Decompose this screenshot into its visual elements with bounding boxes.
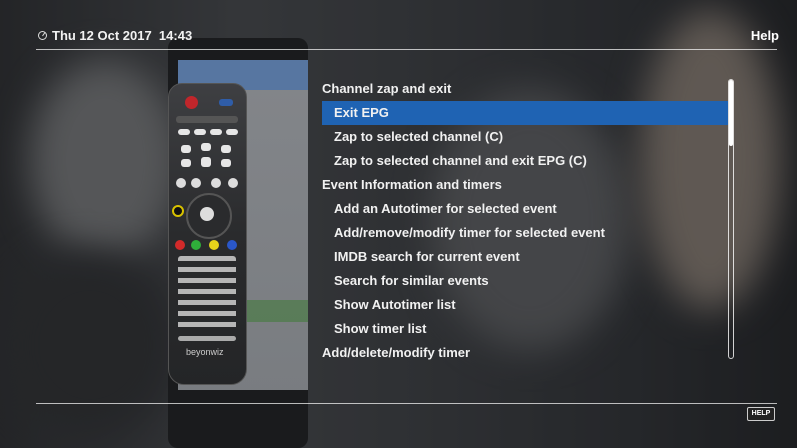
remote-button-icon: [176, 178, 186, 188]
menu-section-header[interactable]: Add/delete/modify timer: [316, 341, 728, 365]
menu-item[interactable]: Exit EPG: [322, 101, 728, 125]
menu-section-header[interactable]: Channel zap and exit: [316, 77, 728, 101]
green-button-icon: [191, 240, 201, 250]
menu-item[interactable]: Show timer list: [316, 317, 728, 341]
menu-item[interactable]: Show Autotimer list: [316, 293, 728, 317]
red-button-icon: [175, 240, 185, 250]
help-menu-list[interactable]: Channel zap and exit Exit EPG Zap to selec…: [316, 77, 728, 365]
remote-button-icon: [181, 145, 191, 153]
highlighted-button-icon: [172, 205, 184, 217]
menu-item[interactable]: Zap to selected channel (C): [316, 125, 728, 149]
remote-button-icon: [178, 129, 190, 135]
menu-item[interactable]: Add an Autotimer for selected event: [316, 197, 728, 221]
ok-button-icon: [200, 207, 214, 221]
remote-button-icon: [176, 116, 238, 123]
remote-button-icon: [181, 159, 191, 167]
power-button-icon: [185, 96, 198, 109]
remote-button-icon: [210, 129, 222, 135]
yellow-button-icon: [209, 240, 219, 250]
remote-button-icon: [221, 145, 231, 153]
remote-button-icon: [211, 178, 221, 188]
remote-button-icon: [191, 178, 201, 188]
remote-button-icon: [201, 157, 211, 167]
date-time: Thu 12 Oct 2017 14:43: [38, 28, 192, 43]
menu-section-header[interactable]: Event Information and timers: [316, 173, 728, 197]
remote-button-icon: [221, 159, 231, 167]
divider: [36, 403, 777, 404]
number-keys-icon: [178, 256, 236, 332]
help-key-icon: HELP: [747, 407, 775, 421]
remote-button-icon: [201, 143, 211, 151]
menu-item[interactable]: Add/remove/modify timer for selected eve…: [316, 221, 728, 245]
menu-item[interactable]: Zap to selected channel and exit EPG (C): [316, 149, 728, 173]
remote-brand-logo: beyonwiz: [186, 347, 224, 357]
scrollbar-thumb[interactable]: [729, 80, 733, 146]
menu-item[interactable]: IMDB search for current event: [316, 245, 728, 269]
top-bar: Thu 12 Oct 2017 14:43 Help: [0, 0, 797, 50]
remote-button-icon: [228, 178, 238, 188]
page-title: Help: [750, 28, 779, 43]
blue-button-icon: [227, 240, 237, 250]
remote-button-icon: [178, 336, 236, 341]
remote-button-icon: [219, 99, 233, 106]
menu-item[interactable]: Search for similar events: [316, 269, 728, 293]
remote-button-icon: [194, 129, 206, 135]
divider: [36, 49, 777, 50]
clock-icon: [38, 31, 47, 40]
remote-button-icon: [226, 129, 238, 135]
date-time-text: Thu 12 Oct 2017 14:43: [52, 28, 193, 43]
phone-button: [240, 300, 308, 322]
